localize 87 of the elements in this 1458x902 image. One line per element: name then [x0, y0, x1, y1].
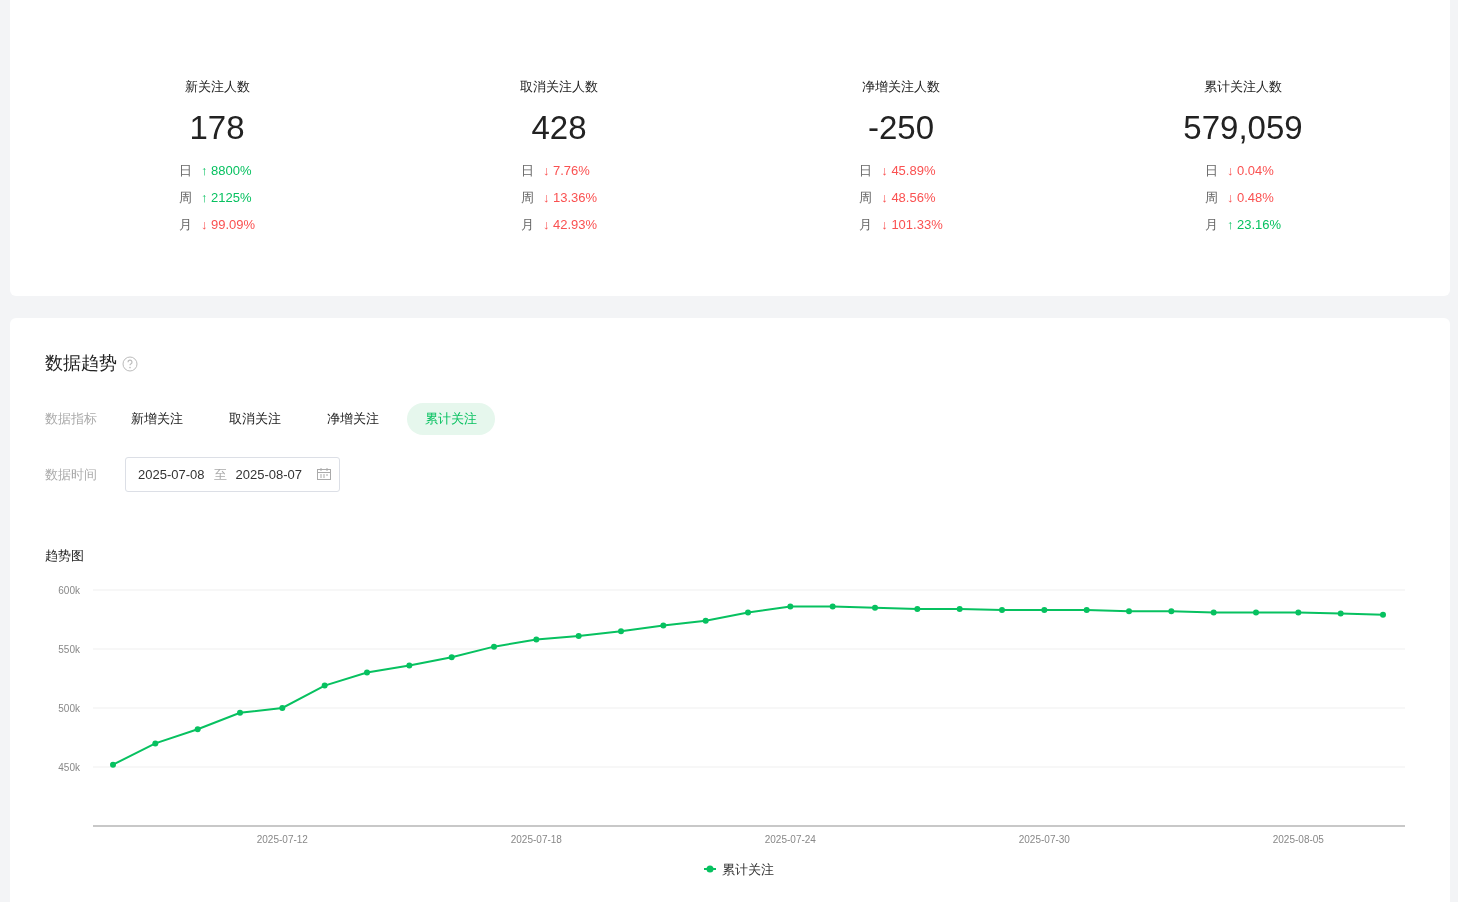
data-point — [1126, 607, 1132, 614]
data-point — [194, 725, 201, 732]
period-label: 周 — [178, 189, 193, 207]
data-point — [110, 761, 116, 768]
period-label: 日 — [520, 162, 535, 180]
chart-title: 趋势图 — [45, 547, 85, 565]
data-point — [956, 605, 963, 612]
data-point — [152, 739, 159, 746]
data-point — [1295, 608, 1302, 615]
data-point — [660, 621, 667, 628]
axis-tick-label: 600k — [58, 584, 80, 596]
data-point — [448, 653, 455, 660]
metric-tab[interactable]: 取消关注 — [211, 403, 299, 435]
stat-title: 累计关注人数 — [1204, 78, 1282, 96]
stat-value: 178 — [189, 108, 245, 148]
change-value: ↓ 0.04% — [1226, 162, 1274, 180]
change-value: ↓ 42.93% — [542, 216, 598, 234]
stat-title: 新关注人数 — [184, 78, 250, 96]
data-point — [321, 682, 328, 689]
start-date: 2025-07-08 — [138, 465, 205, 484]
data-point — [237, 709, 243, 716]
axis-tick-label: 550k — [58, 643, 80, 655]
period-label: 日 — [1204, 162, 1219, 180]
legend-marker-icon — [703, 865, 717, 872]
data-point — [745, 608, 751, 615]
period-label: 月 — [1204, 216, 1219, 234]
data-point — [1337, 610, 1344, 617]
change-value: ↑ 2125% — [200, 189, 252, 207]
change-value: ↓ 45.89% — [881, 162, 936, 180]
data-point — [1210, 608, 1217, 615]
data-point — [1041, 606, 1048, 613]
axis-tick-label: 2025-07-12 — [256, 833, 308, 845]
data-point — [914, 605, 921, 612]
stat-title: 净增关注人数 — [862, 78, 940, 96]
data-point — [872, 604, 878, 611]
axis-tick-label: 2025-07-24 — [764, 833, 816, 845]
period-label: 周 — [859, 189, 874, 207]
axis-tick-label: 450k — [58, 761, 80, 773]
change-value: ↓ 0.48% — [1226, 189, 1274, 207]
stat-value: 428 — [531, 108, 587, 148]
metric-tab[interactable]: 新增关注 — [113, 403, 201, 435]
change-value: ↓ 99.09% — [200, 216, 256, 234]
data-point — [829, 603, 836, 609]
data-point — [1168, 607, 1175, 614]
change-value: ↓ 48.56% — [881, 189, 936, 207]
axis-tick-label: 2025-08-05 — [1272, 833, 1324, 845]
axis-tick-label: 2025-07-30 — [1018, 833, 1070, 845]
period-label: 月 — [859, 216, 874, 234]
data-point — [1380, 611, 1386, 618]
legend-label[interactable]: 累计关注 — [722, 861, 774, 877]
calendar-icon — [317, 468, 331, 481]
axis-tick-label: 500k — [58, 702, 80, 714]
data-point — [575, 632, 582, 639]
field-label: 数据时间 — [45, 465, 98, 484]
stat-value: 579,059 — [1183, 108, 1303, 148]
data-point — [787, 603, 794, 609]
change-value: ↓ 7.76% — [542, 162, 590, 180]
data-point — [533, 636, 540, 643]
data-point — [279, 704, 286, 711]
change-value: ↑ 23.16% — [1226, 216, 1282, 234]
data-point — [406, 662, 413, 668]
stat-title: 取消关注人数 — [520, 78, 598, 96]
date-range-field[interactable]: 2025-07-08 至 2025-08-07 — [125, 456, 340, 492]
period-label: 日 — [178, 162, 193, 180]
period-label: 周 — [1204, 189, 1219, 207]
change-value: ↑ 8800% — [200, 162, 252, 180]
data-point — [364, 669, 370, 676]
period-label: 月 — [520, 216, 535, 234]
metric-tab[interactable]: 净增关注 — [309, 403, 397, 435]
axis-tick-label: 2025-07-18 — [510, 833, 562, 845]
change-value: ↓ 101.33% — [881, 216, 943, 234]
period-label: 月 — [178, 216, 193, 234]
data-point — [1083, 606, 1090, 613]
help-icon[interactable] — [122, 355, 138, 372]
period-label: 日 — [859, 162, 874, 180]
range-separator: 至 — [213, 465, 227, 484]
data-point — [618, 627, 624, 634]
end-date: 2025-08-07 — [235, 465, 302, 484]
change-value: ↓ 13.36% — [542, 189, 598, 207]
period-label: 周 — [520, 189, 535, 207]
data-point — [999, 606, 1005, 613]
data-point — [702, 617, 709, 624]
data-point — [1253, 608, 1259, 615]
section-title: 数据趋势 — [45, 352, 117, 375]
stat-value: -250 — [867, 108, 935, 148]
data-point — [491, 643, 497, 650]
field-label: 数据指标 — [45, 410, 98, 428]
